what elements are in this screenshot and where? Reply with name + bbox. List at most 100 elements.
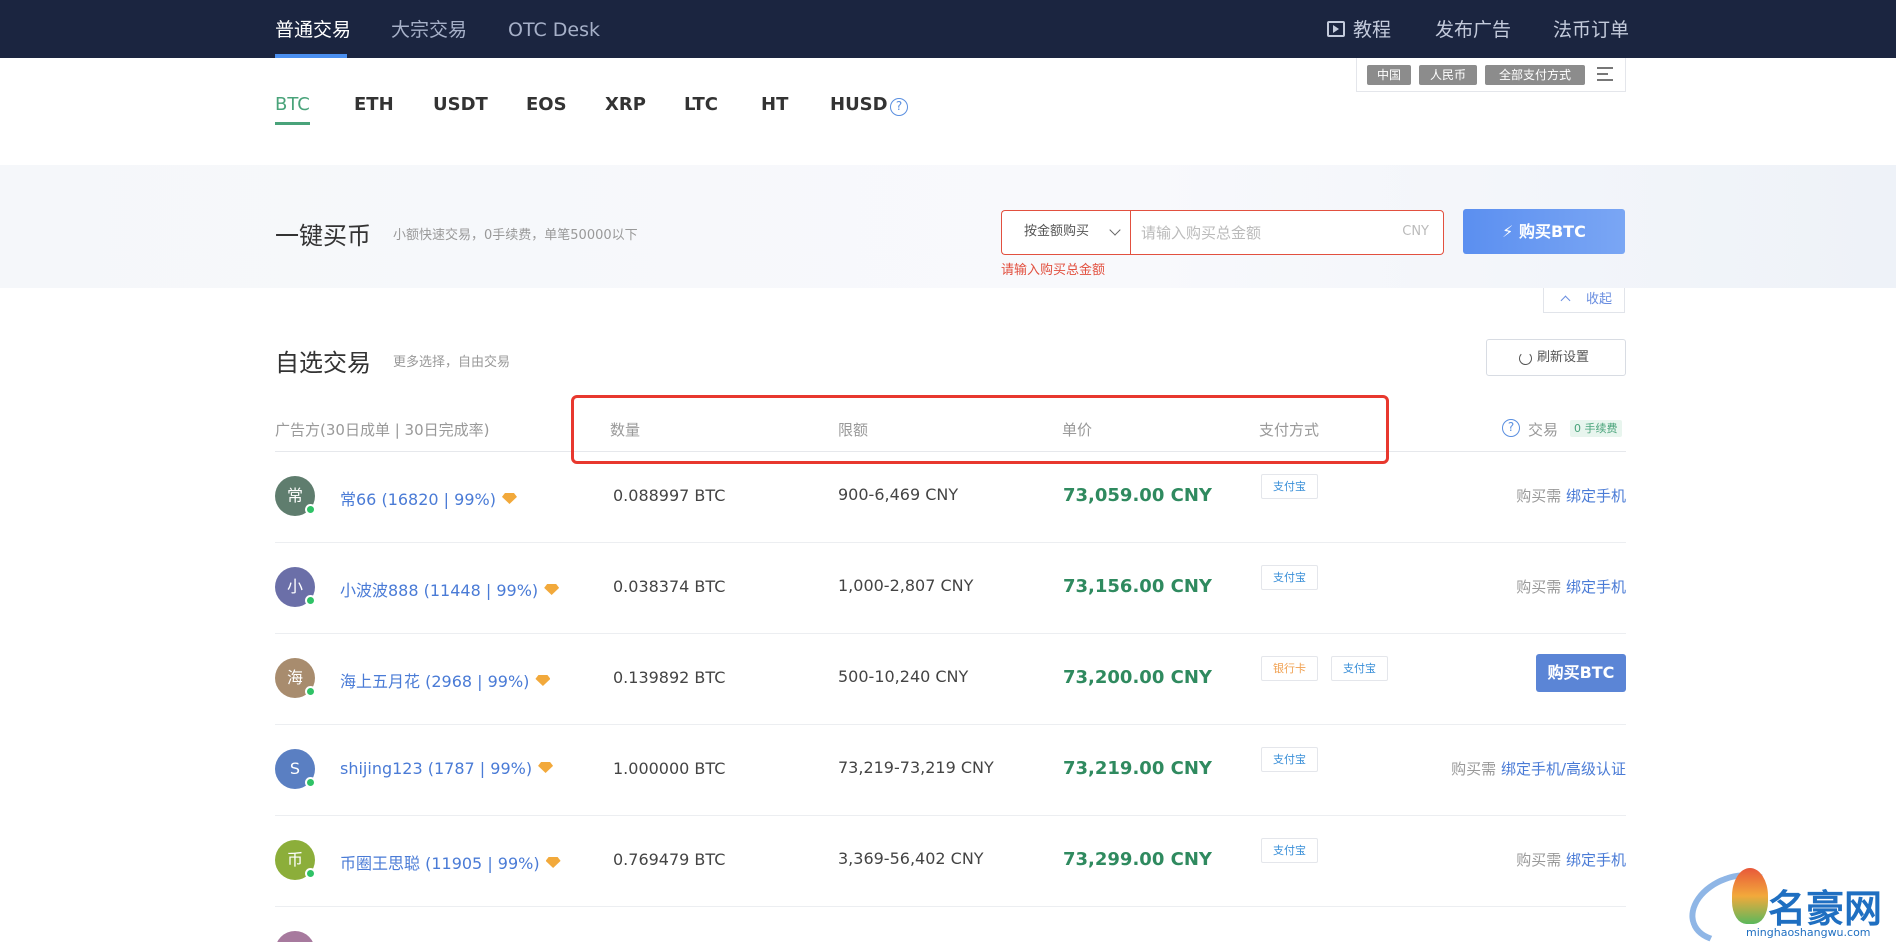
quick-buy-subtitle: 小额快速交易，0手续费，单笔50000以下 bbox=[393, 228, 638, 243]
quantity: 0.088997 BTC bbox=[613, 486, 726, 505]
advertiser-name[interactable]: 常66 (16820 | 99%) bbox=[340, 486, 517, 510]
price: 73,299.00 CNY bbox=[1063, 849, 1212, 870]
limit: 500-10,240 CNY bbox=[838, 667, 969, 686]
chevron-down-icon bbox=[1109, 224, 1121, 236]
top-navbar: 普通交易 大宗交易 OTC Desk 教程 发布广告 法币订单 bbox=[0, 0, 1896, 58]
price: 73,059.00 CNY bbox=[1063, 485, 1212, 506]
filter-payment[interactable]: 全部支付方式 bbox=[1485, 65, 1585, 85]
leaf-icon bbox=[1732, 868, 1768, 924]
advertiser-name[interactable]: 币圈王思聪 (11905 | 99%) bbox=[340, 850, 561, 874]
buy-requirement: 购买需 绑定手机/高级认证 bbox=[1451, 760, 1626, 778]
filter-search-icon[interactable] bbox=[1597, 65, 1615, 83]
buy-mode-select[interactable]: 按金额购买 bbox=[1001, 210, 1131, 255]
coin-tab-usdt[interactable]: USDT bbox=[433, 94, 488, 115]
limit: 1,000-2,807 CNY bbox=[838, 576, 974, 595]
coin-tab-ht[interactable]: HT bbox=[761, 94, 788, 115]
payment-alipay-badge: 支付宝 bbox=[1261, 474, 1318, 499]
diamond-icon bbox=[544, 584, 560, 595]
buy-amount-field[interactable]: CNY bbox=[1130, 210, 1444, 255]
payment-bank-badge: 银行卡 bbox=[1261, 656, 1318, 681]
trade-help-icon[interactable]: ? bbox=[1502, 419, 1520, 437]
table-row: 常 常66 (16820 | 99%) 0.088997 BTC 900-6,4… bbox=[275, 452, 1626, 543]
coin-tab-husd[interactable]: HUSD bbox=[830, 94, 888, 115]
advertiser-name[interactable]: 小波波888 (11448 | 99%) bbox=[340, 577, 560, 601]
bind-phone-link[interactable]: 绑定手机 bbox=[1566, 578, 1626, 596]
avatar[interactable]: 小 bbox=[275, 567, 316, 607]
table-row: 小 小波波888 (11448 | 99%) 0.038374 BTC 1,00… bbox=[275, 543, 1626, 634]
watermark-logo: 名豪网 minghaoshangwu.com bbox=[1679, 859, 1896, 942]
diamond-icon bbox=[535, 675, 551, 686]
quantity: 0.139892 BTC bbox=[613, 668, 726, 687]
avatar[interactable]: 海 bbox=[275, 658, 316, 698]
zero-fee-badge: 0 手续费 bbox=[1570, 420, 1622, 437]
table-row: 海 海上五月花 (2968 | 99%) 0.139892 BTC 500-10… bbox=[275, 634, 1626, 725]
table-row: 币 币圈王思聪 (11905 | 99%) 0.769479 BTC 3,369… bbox=[275, 816, 1626, 907]
payment-alipay-badge: 支付宝 bbox=[1331, 656, 1388, 681]
limit: 3,369-56,402 CNY bbox=[838, 849, 984, 868]
filter-region[interactable]: 中国 bbox=[1367, 65, 1411, 85]
amount-unit: CNY bbox=[1402, 224, 1429, 239]
coin-active-indicator bbox=[275, 122, 310, 125]
bind-phone-link[interactable]: 绑定手机/高级认证 bbox=[1501, 760, 1626, 778]
coin-tab-eth[interactable]: ETH bbox=[354, 94, 394, 115]
filter-panel: 中国 人民币 全部支付方式 bbox=[1356, 58, 1626, 92]
buy-requirement: 购买需 绑定手机 bbox=[1516, 578, 1626, 596]
coin-tab-xrp[interactable]: XRP bbox=[605, 94, 646, 115]
limit: 73,219-73,219 CNY bbox=[838, 758, 994, 777]
refresh-icon bbox=[1519, 352, 1532, 365]
quantity: 0.038374 BTC bbox=[613, 577, 726, 596]
filter-currency[interactable]: 人民币 bbox=[1419, 65, 1477, 85]
buy-requirement: 购买需 绑定手机 bbox=[1516, 851, 1626, 869]
custom-trade-subtitle: 更多选择，自由交易 bbox=[393, 355, 511, 370]
collapse-button[interactable]: 收起 bbox=[1543, 288, 1625, 313]
table-row: S shijing123 (1787 | 99%) 1.000000 BTC 7… bbox=[275, 725, 1626, 816]
payment-alipay-badge: 支付宝 bbox=[1261, 747, 1318, 772]
avatar[interactable]: 币 bbox=[275, 840, 316, 880]
buy-btc-button[interactable]: 购买BTC bbox=[1536, 654, 1626, 692]
tab-otc-desk[interactable]: OTC Desk bbox=[508, 0, 600, 58]
bind-phone-link[interactable]: 绑定手机 bbox=[1566, 851, 1626, 869]
avatar[interactable]: S bbox=[275, 749, 316, 789]
header-trade: 交易 bbox=[1528, 421, 1559, 439]
coin-tab-btc[interactable]: BTC bbox=[275, 94, 310, 115]
avatar[interactable]: 常 bbox=[275, 476, 316, 516]
custom-trade-title: 自选交易 bbox=[275, 349, 371, 377]
diamond-icon bbox=[545, 857, 561, 868]
bind-phone-link[interactable]: 绑定手机 bbox=[1566, 487, 1626, 505]
tab-bulk-trade[interactable]: 大宗交易 bbox=[391, 0, 467, 58]
refresh-label: 刷新设置 bbox=[1537, 350, 1590, 365]
avatar[interactable] bbox=[275, 931, 315, 942]
fiat-orders-link[interactable]: 法币订单 bbox=[1553, 0, 1629, 58]
buy-requirement: 购买需 绑定手机 bbox=[1516, 487, 1626, 505]
price: 73,200.00 CNY bbox=[1063, 667, 1212, 688]
diamond-icon bbox=[538, 762, 554, 773]
advertiser-name[interactable]: 海上五月花 (2968 | 99%) bbox=[340, 668, 551, 692]
payment-alipay-badge: 支付宝 bbox=[1261, 565, 1318, 590]
active-tab-indicator bbox=[275, 54, 347, 58]
tab-regular-trade[interactable]: 普通交易 bbox=[275, 0, 351, 58]
coin-tab-ltc[interactable]: LTC bbox=[684, 94, 718, 115]
diamond-icon bbox=[501, 493, 517, 504]
husd-help-icon[interactable]: ? bbox=[890, 98, 908, 116]
quick-buy-button[interactable]: ⚡ 购买BTC bbox=[1463, 209, 1625, 254]
collapse-label: 收起 bbox=[1585, 292, 1612, 307]
coin-tab-eos[interactable]: EOS bbox=[526, 94, 567, 115]
advertiser-name[interactable]: shijing123 (1787 | 99%) bbox=[340, 759, 554, 778]
online-indicator bbox=[305, 595, 316, 606]
price: 73,156.00 CNY bbox=[1063, 576, 1212, 597]
refresh-settings-button[interactable]: 刷新设置 bbox=[1486, 339, 1626, 376]
buy-amount-input[interactable] bbox=[1141, 221, 1371, 245]
post-ad-link[interactable]: 发布广告 bbox=[1435, 0, 1511, 58]
quantity: 1.000000 BTC bbox=[613, 759, 726, 778]
limit: 900-6,469 CNY bbox=[838, 485, 959, 504]
online-indicator bbox=[305, 868, 316, 879]
buy-mode-label: 按金额购买 bbox=[1024, 224, 1090, 239]
header-advertiser: 广告方(30日成单 | 30日完成率) bbox=[275, 421, 490, 439]
price: 73,219.00 CNY bbox=[1063, 758, 1212, 779]
quick-buy-title: 一键买币 bbox=[275, 222, 371, 250]
online-indicator bbox=[305, 777, 316, 788]
buy-amount-error: 请输入购买总金额 bbox=[1001, 263, 1106, 278]
watermark-title: 名豪网 bbox=[1768, 886, 1883, 931]
quantity: 0.769479 BTC bbox=[613, 850, 726, 869]
tutorial-link[interactable]: 教程 bbox=[1353, 0, 1391, 58]
